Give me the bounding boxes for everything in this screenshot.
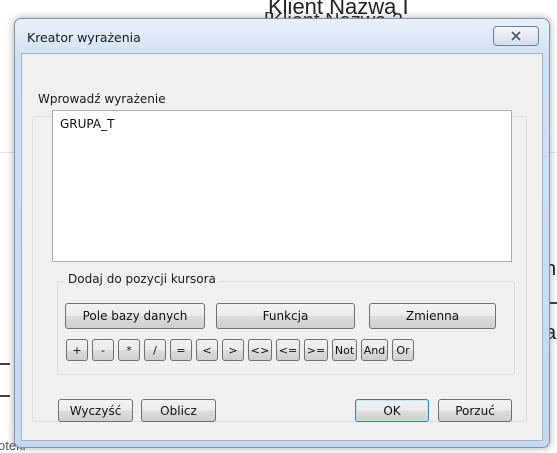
op-minus-button[interactable]: -	[92, 339, 114, 361]
op-divide-button[interactable]: /	[144, 339, 166, 361]
insert-at-cursor-label: Dodaj do pozycji kursora	[65, 272, 219, 286]
op-less-button[interactable]: <	[196, 339, 218, 361]
function-button[interactable]: Funkcja	[216, 303, 355, 329]
bg-rule	[0, 395, 10, 397]
dialog-title: Kreator wyrażenia	[27, 30, 141, 45]
expression-label: Wprowadź wyrażenie	[35, 92, 169, 106]
op-or-button[interactable]: Or	[392, 339, 414, 361]
op-not-equal-button[interactable]: <>	[248, 339, 272, 361]
op-less-equal-button[interactable]: <=	[276, 339, 300, 361]
dialog-titlebar[interactable]: Kreator wyrażenia	[15, 19, 549, 53]
variable-button[interactable]: Zmienna	[369, 303, 496, 329]
op-not-button[interactable]: Not	[332, 339, 357, 361]
bg-rule	[0, 363, 10, 365]
db-field-button[interactable]: Pole bazy danych	[65, 303, 205, 329]
close-button[interactable]	[493, 26, 539, 46]
ok-button[interactable]: OK	[355, 399, 429, 422]
op-equals-button[interactable]: =	[170, 339, 192, 361]
calculate-button[interactable]: Oblicz	[141, 399, 216, 422]
cancel-button[interactable]: Porzuć	[438, 399, 512, 422]
op-greater-button[interactable]: >	[222, 339, 244, 361]
op-multiply-button[interactable]: *	[118, 339, 140, 361]
clear-button[interactable]: Wyczyść	[58, 399, 133, 422]
expression-textarea[interactable]: GRUPA_T	[52, 110, 512, 262]
op-greater-equal-button[interactable]: >=	[304, 339, 328, 361]
op-and-button[interactable]: And	[361, 339, 388, 361]
op-plus-button[interactable]: +	[66, 339, 88, 361]
close-x-icon	[511, 31, 521, 41]
